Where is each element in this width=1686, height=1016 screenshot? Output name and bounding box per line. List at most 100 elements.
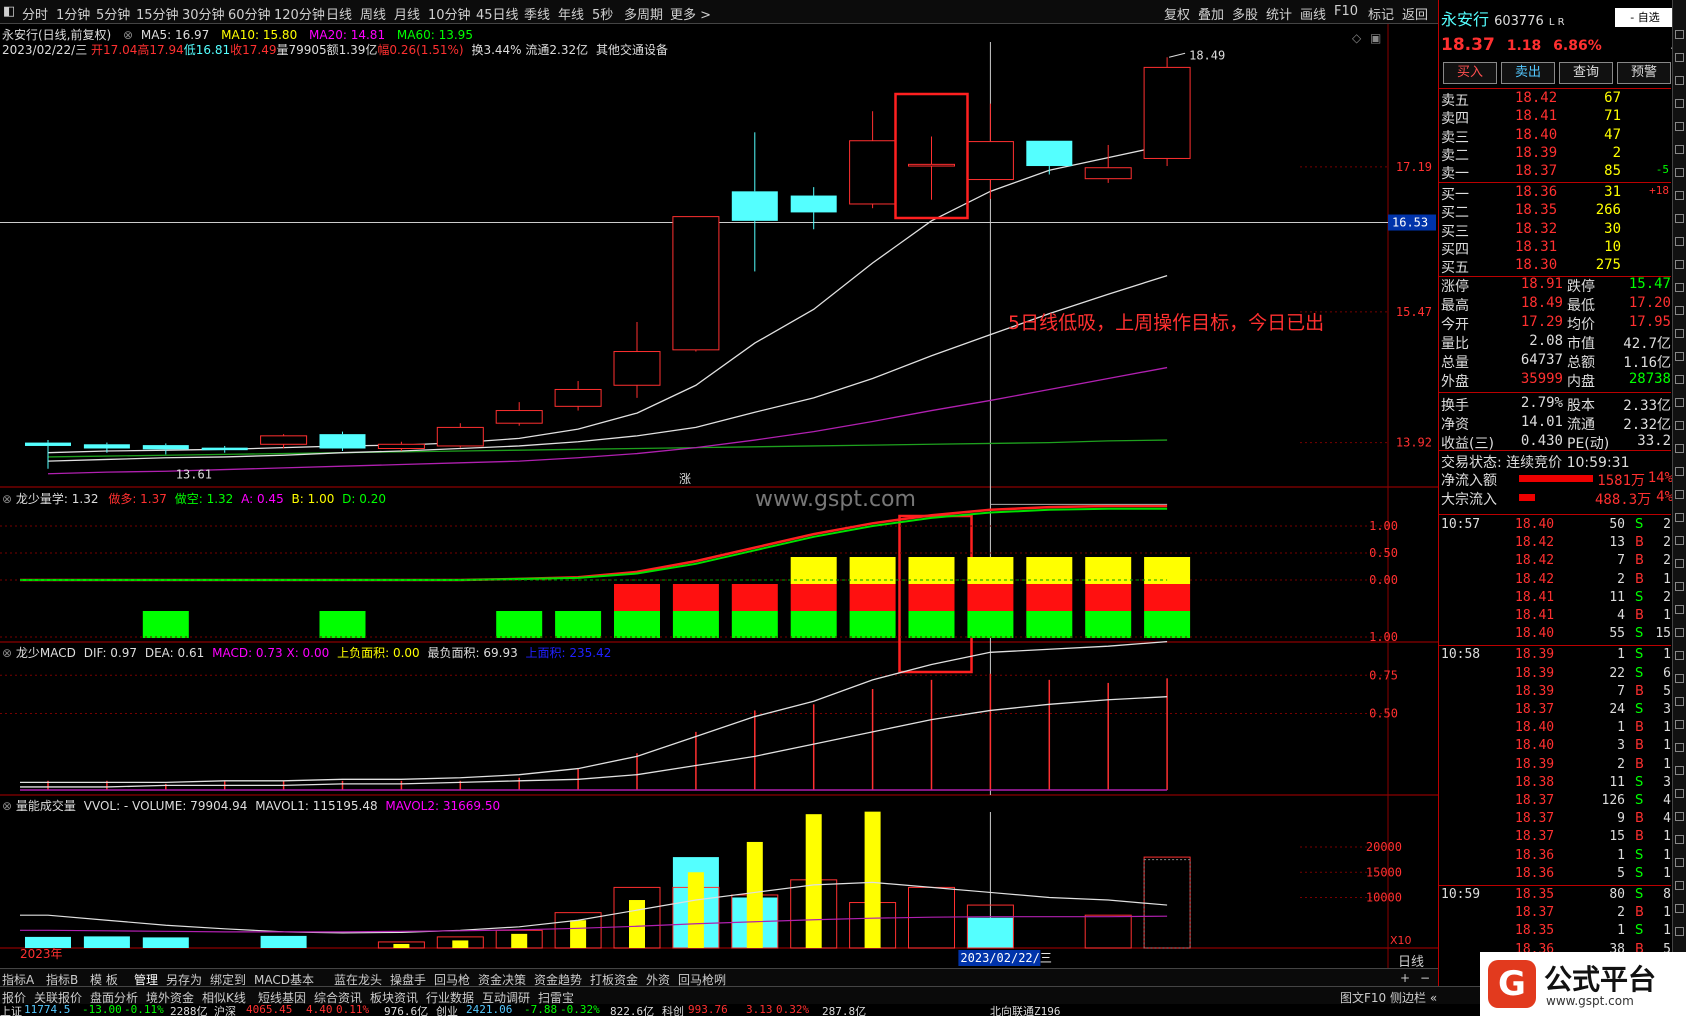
period-tab-12[interactable]: 季线 bbox=[524, 4, 550, 23]
side-tool-icon[interactable] bbox=[1675, 904, 1684, 913]
side-tool-icon[interactable] bbox=[1675, 283, 1684, 292]
side-tool-icon[interactable] bbox=[1675, 30, 1684, 39]
side-tool-icon[interactable] bbox=[1675, 559, 1684, 568]
side-tool-icon[interactable] bbox=[1675, 858, 1684, 867]
side-tool-icon[interactable] bbox=[1675, 605, 1684, 614]
period-tab-15[interactable]: 多周期 bbox=[624, 4, 663, 23]
bottom-plus-icon[interactable]: + bbox=[1400, 971, 1410, 985]
p3-tick-label: 0.50 bbox=[1369, 707, 1398, 721]
side-tool-icon[interactable] bbox=[1675, 881, 1684, 890]
tick-row: 18.42 13 B 2 bbox=[1439, 535, 1671, 553]
toolbar-right-7[interactable]: 返回 bbox=[1402, 4, 1428, 23]
side-tool-icon[interactable] bbox=[1675, 99, 1684, 108]
side-tool-icon[interactable] bbox=[1675, 513, 1684, 522]
bid-row: 买四 18.31 10 bbox=[1439, 239, 1669, 258]
period-tab-9[interactable]: 月线 bbox=[394, 4, 420, 23]
period-tab-10[interactable]: 10分钟 bbox=[428, 4, 471, 23]
side-tool-icon[interactable] bbox=[1675, 398, 1684, 407]
toolbar-menu-icon[interactable]: ◧ bbox=[3, 4, 15, 19]
side-tool-icon[interactable] bbox=[1675, 582, 1684, 591]
tick-count: 15 bbox=[1655, 626, 1671, 642]
period-tab-1[interactable]: 1分钟 bbox=[56, 4, 90, 23]
toolbar-right-4[interactable]: 画线 bbox=[1300, 4, 1326, 23]
tick-volume: 80 bbox=[1609, 887, 1625, 902]
side-tool-icon[interactable] bbox=[1675, 375, 1684, 384]
side-tool-icon[interactable] bbox=[1675, 122, 1684, 131]
side-tool-icon[interactable] bbox=[1675, 490, 1684, 499]
toolbar-right-3[interactable]: 统计 bbox=[1266, 4, 1292, 23]
quote-button-3[interactable]: 预警 bbox=[1617, 62, 1671, 84]
period-tab-11[interactable]: 45日线 bbox=[476, 4, 519, 23]
period-tab-13[interactable]: 年线 bbox=[558, 4, 584, 23]
toolbar-right-5[interactable]: F10 bbox=[1334, 4, 1358, 19]
lsl-bar-green bbox=[731, 611, 778, 638]
lsl-bar-red bbox=[790, 584, 837, 611]
bottom-minus-icon[interactable]: − bbox=[1420, 971, 1430, 985]
side-tool-icon[interactable] bbox=[1675, 812, 1684, 821]
side-tool-icon[interactable] bbox=[1675, 697, 1684, 706]
period-tab-7[interactable]: 日线 bbox=[326, 4, 352, 23]
side-tool-icon[interactable] bbox=[1675, 421, 1684, 430]
side-tool-icon[interactable] bbox=[1675, 76, 1684, 85]
period-tab-2[interactable]: 5分钟 bbox=[96, 4, 130, 23]
quote-button-2[interactable]: 查询 bbox=[1559, 62, 1613, 84]
lsl-bar-red bbox=[1026, 584, 1073, 611]
side-tool-icon[interactable] bbox=[1675, 536, 1684, 545]
ma5-line bbox=[47, 144, 1168, 454]
side-tool-icon[interactable] bbox=[1675, 766, 1684, 775]
watchlist-button[interactable]: - 自选 bbox=[1615, 8, 1675, 27]
period-tab-16[interactable]: 更多 > bbox=[670, 4, 711, 23]
quote-button-0[interactable]: 买入 bbox=[1443, 62, 1497, 84]
period-tab-5[interactable]: 60分钟 bbox=[228, 4, 271, 23]
tick-volume: 5 bbox=[1617, 865, 1625, 881]
flow-bar bbox=[1519, 475, 1593, 482]
side-tool-icon[interactable] bbox=[1675, 260, 1684, 269]
period-tab-3[interactable]: 15分钟 bbox=[136, 4, 179, 23]
stat-label: 市值 bbox=[1567, 336, 1595, 352]
side-tool-icon[interactable] bbox=[1675, 329, 1684, 338]
tick-row: 18.40 55 S 15 bbox=[1439, 626, 1671, 644]
side-tool-icon[interactable] bbox=[1675, 628, 1684, 637]
side-tool-icon[interactable] bbox=[1675, 444, 1684, 453]
tick-price: 18.36 bbox=[1515, 847, 1555, 863]
side-tool-icon[interactable] bbox=[1675, 306, 1684, 315]
side-tool-icon[interactable] bbox=[1675, 168, 1684, 177]
toolbar-right-6[interactable]: 标记 bbox=[1368, 4, 1394, 23]
side-tool-icon[interactable] bbox=[1675, 743, 1684, 752]
side-tool-icon[interactable] bbox=[1675, 835, 1684, 844]
stat-value: 2.79% bbox=[1520, 395, 1563, 411]
side-tool-icon[interactable] bbox=[1675, 674, 1684, 683]
side-tool-icon[interactable] bbox=[1675, 927, 1684, 936]
toolbar-right-2[interactable]: 多股 bbox=[1232, 4, 1258, 23]
period-tab-14[interactable]: 5秒 bbox=[592, 4, 613, 23]
stat-label: 外盘 bbox=[1441, 374, 1469, 390]
side-tool-icon[interactable] bbox=[1675, 237, 1684, 246]
toolbar-right-0[interactable]: 复权 bbox=[1164, 4, 1190, 23]
period-tab-8[interactable]: 周线 bbox=[360, 4, 386, 23]
period-tab-4[interactable]: 30分钟 bbox=[182, 4, 225, 23]
stock-name: 永安行 bbox=[1441, 10, 1490, 29]
side-tool-icon[interactable] bbox=[1675, 467, 1684, 476]
side-tool-icon[interactable] bbox=[1675, 191, 1684, 200]
p3-tick-label: 0.75 bbox=[1369, 668, 1398, 682]
period-tab-6[interactable]: 120分钟 bbox=[274, 4, 325, 23]
tick-volume: 13 bbox=[1609, 535, 1625, 551]
lsl-bar-green bbox=[614, 611, 660, 638]
side-tool-icon[interactable] bbox=[1675, 720, 1684, 729]
book-price: 18.39 bbox=[1515, 144, 1558, 161]
volume-bar-yellow bbox=[511, 933, 528, 948]
ask-row: 卖五 18.42 67 bbox=[1439, 90, 1669, 109]
side-tool-icon[interactable] bbox=[1675, 53, 1684, 62]
period-tab-0[interactable]: 分时 bbox=[22, 4, 48, 23]
side-tool-icon[interactable] bbox=[1675, 352, 1684, 361]
index-item: -0.32% bbox=[560, 1003, 600, 1016]
quote-button-1[interactable]: 卖出 bbox=[1501, 62, 1555, 84]
index-item: 822.6亿 bbox=[610, 1005, 655, 1016]
side-tool-icon[interactable] bbox=[1675, 651, 1684, 660]
side-tool-icon[interactable] bbox=[1675, 214, 1684, 223]
toolbar-right-1[interactable]: 叠加 bbox=[1198, 4, 1224, 23]
side-tool-icon[interactable] bbox=[1675, 789, 1684, 798]
chart-info-line: 2023/02/22/三 开17.04高17.94低16.81收17.49量79… bbox=[2, 43, 668, 57]
price-tick-label: 13.92 bbox=[1396, 436, 1432, 450]
side-tool-icon[interactable] bbox=[1675, 145, 1684, 154]
